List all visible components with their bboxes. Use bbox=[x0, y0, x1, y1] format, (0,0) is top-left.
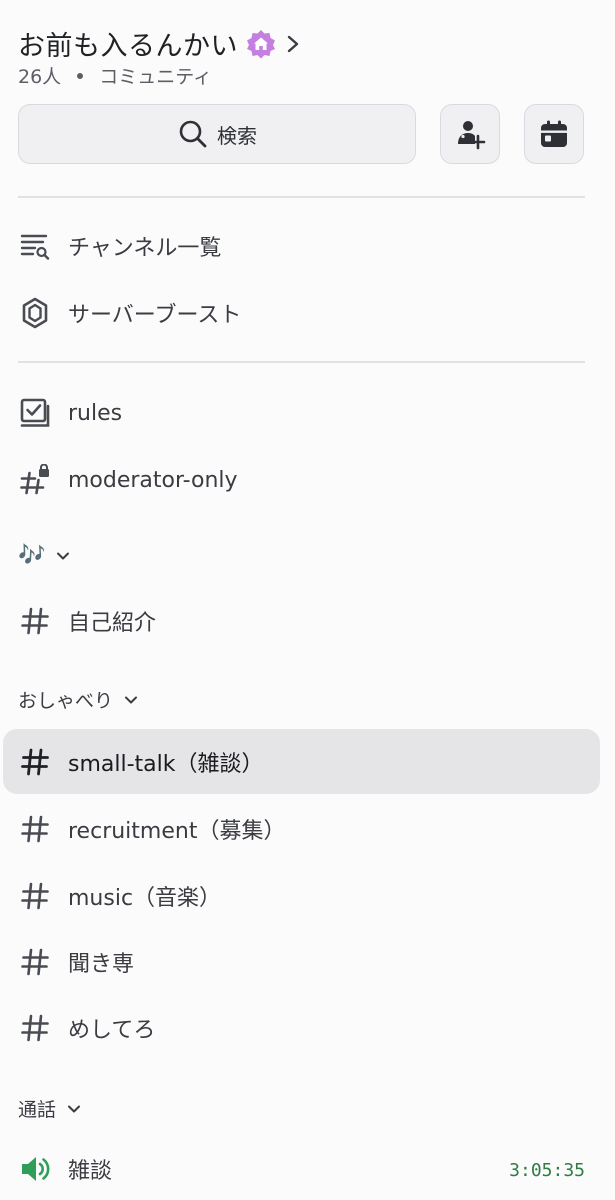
category-oshaberi[interactable]: おしゃべり bbox=[18, 686, 139, 713]
server-boost-item[interactable]: サーバーブースト bbox=[18, 296, 241, 330]
chevron-down-icon bbox=[125, 696, 138, 703]
boost-icon bbox=[18, 296, 52, 330]
channel-list-item[interactable]: チャンネル一覧 bbox=[18, 229, 221, 263]
category-music-notes[interactable]: 🎶 bbox=[18, 543, 71, 568]
hashtag-icon bbox=[18, 604, 52, 638]
divider bbox=[18, 196, 585, 198]
calendar-icon bbox=[541, 120, 567, 147]
search-label: 検索 bbox=[217, 123, 257, 148]
voice-channel-zatsudan[interactable]: 雑談 bbox=[18, 1152, 112, 1186]
chevron-down-icon bbox=[68, 1105, 81, 1112]
category-label: おしゃべり bbox=[18, 690, 114, 712]
channel-name: めしてろ bbox=[68, 1018, 156, 1043]
chevron-right-icon bbox=[287, 35, 299, 52]
speaker-icon bbox=[18, 1152, 52, 1186]
search-icon bbox=[179, 120, 207, 148]
category-label: 通話 bbox=[18, 1099, 57, 1121]
hashtag-icon bbox=[18, 812, 52, 846]
hashtag-icon bbox=[18, 879, 52, 913]
channel-list-icon bbox=[18, 229, 52, 263]
channel-name: 聞き専 bbox=[68, 952, 135, 977]
community-badge-icon bbox=[247, 29, 275, 58]
channel-small-talk[interactable]: small-talk（雑談） bbox=[18, 745, 264, 779]
separator-dot bbox=[77, 72, 84, 79]
member-count: 26人 bbox=[18, 66, 62, 88]
channel-name: music（音楽） bbox=[68, 886, 222, 911]
channel-name: moderator-only bbox=[68, 467, 238, 493]
channel-name: recruitment（募集） bbox=[68, 819, 286, 844]
channel-kikisen[interactable]: 聞き専 bbox=[18, 945, 134, 979]
hashtag-icon bbox=[18, 1011, 52, 1045]
divider bbox=[18, 361, 585, 363]
server-boost-label: サーバーブースト bbox=[68, 303, 242, 328]
server-name-header[interactable]: お前も入るんかい bbox=[18, 24, 300, 63]
chevron-down-icon bbox=[57, 552, 70, 559]
category-voice[interactable]: 通話 bbox=[18, 1095, 82, 1122]
channel-list-label: チャンネル一覧 bbox=[68, 236, 222, 261]
hashtag-icon bbox=[18, 945, 52, 979]
channel-name: rules bbox=[68, 400, 123, 426]
invite-members-button[interactable] bbox=[440, 104, 500, 164]
hashtag-icon bbox=[18, 745, 52, 779]
category-label: 🎶 bbox=[18, 543, 46, 568]
locked-hashtag-icon bbox=[18, 463, 52, 497]
channel-music[interactable]: music（音楽） bbox=[18, 879, 221, 913]
events-button[interactable] bbox=[524, 104, 584, 164]
channel-rules[interactable]: rules bbox=[18, 396, 122, 430]
rules-icon bbox=[18, 396, 52, 430]
channel-name: 自己紹介 bbox=[68, 611, 157, 636]
voice-channel-name: 雑談 bbox=[68, 1159, 113, 1184]
channel-recruitment[interactable]: recruitment（募集） bbox=[18, 812, 285, 846]
search-button[interactable]: 検索 bbox=[18, 104, 416, 164]
voice-call-timer: 3:05:35 bbox=[509, 1160, 585, 1181]
server-type: コミュニティ bbox=[99, 66, 213, 88]
server-name: お前も入るんかい bbox=[18, 31, 238, 62]
server-meta: 26人 コミュニティ bbox=[18, 62, 212, 89]
channel-name: small-talk（雑談） bbox=[68, 752, 264, 777]
add-user-icon bbox=[458, 121, 486, 150]
channel-meshitero[interactable]: めしてろ bbox=[18, 1011, 155, 1045]
channel-self-intro[interactable]: 自己紹介 bbox=[18, 604, 156, 638]
channel-moderator-only[interactable]: moderator-only bbox=[18, 463, 238, 497]
